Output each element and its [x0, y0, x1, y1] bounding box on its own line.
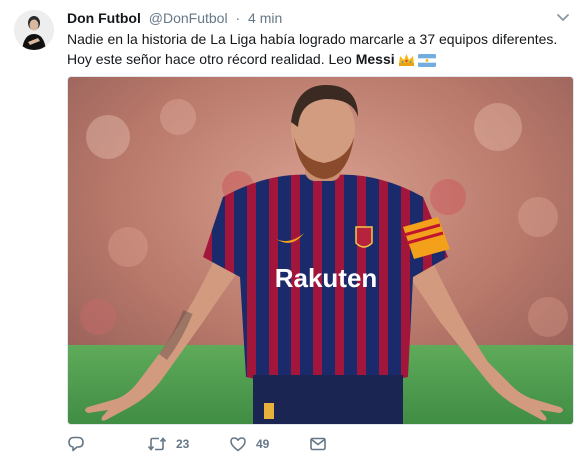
- tweet-image[interactable]: Rakuten: [67, 76, 574, 425]
- author-handle[interactable]: @DonFutbol: [149, 10, 228, 26]
- player-photo: Rakuten: [68, 77, 573, 424]
- tweet-text-line-1: Nadie en la historia de La Liga había lo…: [67, 31, 558, 47]
- like-button[interactable]: 49: [229, 432, 269, 456]
- reply-icon: [67, 435, 85, 453]
- retweet-count: 23: [176, 437, 190, 451]
- tweet-card[interactable]: Don Futbol @DonFutbol · 4 min Nadie en l…: [0, 0, 583, 462]
- chevron-down-icon[interactable]: [555, 9, 571, 25]
- crown-icon: [398, 52, 415, 72]
- retweet-icon: [147, 435, 167, 453]
- tweet-text-prefix: Hoy este señor hace otro récord realidad…: [67, 51, 356, 67]
- tweet-header: Don Futbol @DonFutbol · 4 min: [67, 9, 282, 27]
- avatar-image: [14, 10, 54, 50]
- retweet-button[interactable]: 23: [147, 432, 189, 456]
- tweet-text-line-2: Hoy este señor hace otro récord realidad…: [67, 49, 567, 72]
- author-name[interactable]: Don Futbol: [67, 10, 141, 26]
- reply-button[interactable]: [67, 432, 85, 456]
- heart-icon: [229, 435, 247, 453]
- separator-dot: ·: [235, 10, 241, 26]
- action-bar: 23 49: [67, 432, 567, 456]
- sponsor-text: Rakuten: [275, 263, 378, 293]
- hashtag-bold: Messi: [355, 51, 395, 67]
- argentina-flag-icon: [417, 52, 436, 72]
- avatar[interactable]: [14, 10, 54, 50]
- like-count: 49: [256, 437, 270, 451]
- timestamp[interactable]: 4 min: [248, 10, 282, 26]
- envelope-icon: [309, 435, 327, 453]
- direct-message-button[interactable]: [309, 432, 327, 456]
- tweet-text: Nadie en la historia de La Liga había lo…: [67, 29, 567, 72]
